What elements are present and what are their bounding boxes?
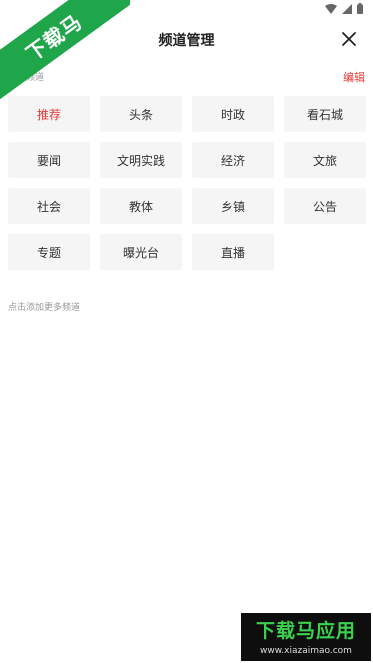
channel-chip[interactable]: 头条 [100, 96, 182, 132]
edit-button[interactable]: 编辑 [343, 69, 365, 85]
channel-chip[interactable]: 推荐 [8, 96, 90, 132]
channel-chip[interactable]: 公告 [284, 188, 366, 224]
channel-chip[interactable]: 专题 [8, 234, 90, 270]
channel-chip[interactable]: 经济 [192, 142, 274, 178]
channel-chip[interactable]: 教体 [100, 188, 182, 224]
watermark-logo: 下载马应用 www.xiazaimao.com [241, 613, 371, 661]
channel-chip[interactable]: 社会 [8, 188, 90, 224]
header: 频道管理 [0, 20, 373, 58]
channel-chip[interactable]: 文旅 [284, 142, 366, 178]
channel-chip[interactable]: 时政 [192, 96, 274, 132]
channel-chip[interactable]: 文明实践 [100, 142, 182, 178]
my-channels-row: 我的频道 编辑 [8, 68, 365, 84]
add-more-hint: 点击添加更多频道 [8, 303, 81, 313]
close-icon [342, 32, 356, 46]
wifi-icon [325, 3, 337, 14]
close-button[interactable] [339, 29, 359, 49]
channel-chip[interactable]: 直播 [192, 234, 274, 270]
status-icons [325, 3, 363, 14]
channel-chip[interactable]: 曝光台 [100, 234, 182, 270]
section-label: 我的频道 [8, 73, 45, 83]
watermark-logo-url: www.xiazaimao.com [260, 646, 352, 656]
battery-icon [357, 3, 363, 14]
channel-management-screen: 频道管理 我的频道 编辑 推荐 头条 时政 看石城要闻 文明实践 经济 文旅社会 教体 乡镇 公告… [0, 0, 373, 663]
channel-grid: 推荐 头条 时政 看石城要闻 文明实践 经济 文旅社会 教体 乡镇 公告专题 曝光台 直播 [8, 96, 366, 270]
status-bar [0, 0, 373, 20]
signal-icon [342, 3, 352, 14]
watermark-logo-text: 下载马应用 [255, 620, 356, 642]
channel-chip[interactable]: 乡镇 [192, 188, 274, 224]
page-title: 频道管理 [158, 33, 215, 49]
channel-chip[interactable]: 要闻 [8, 142, 90, 178]
channel-chip[interactable]: 看石城 [284, 96, 366, 132]
